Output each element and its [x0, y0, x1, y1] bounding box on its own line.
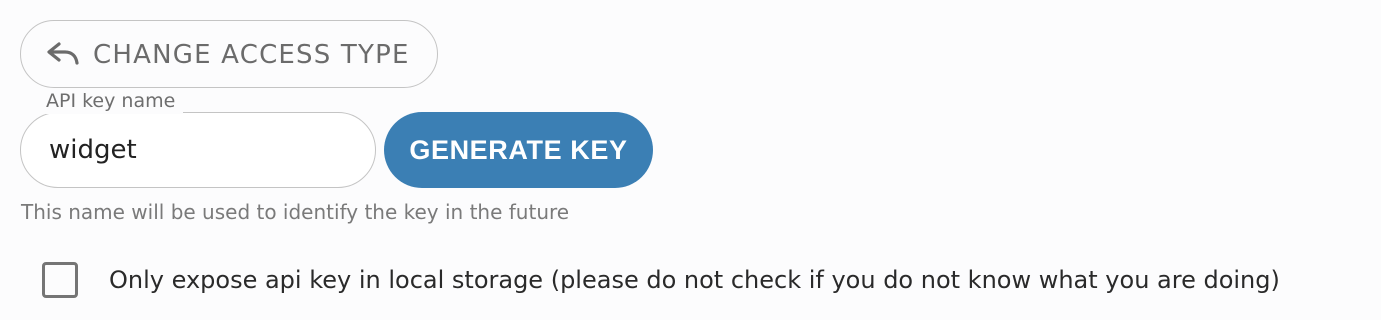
change-access-type-button[interactable]: CHANGE ACCESS TYPE [20, 20, 438, 88]
local-storage-checkbox-label[interactable]: Only expose api key in local storage (pl… [109, 262, 1280, 298]
api-key-form: CHANGE ACCESS TYPE API key name GENERATE… [0, 0, 1381, 320]
api-key-name-field[interactable] [20, 112, 376, 188]
local-storage-checkbox[interactable] [42, 262, 78, 298]
undo-icon [47, 42, 79, 65]
api-key-name-input[interactable] [49, 113, 359, 186]
generate-key-button[interactable]: GENERATE KEY [384, 112, 653, 188]
api-key-name-label: API key name [38, 88, 184, 114]
api-key-name-helper-text: This name will be used to identify the k… [21, 200, 570, 224]
change-access-type-label: CHANGE ACCESS TYPE [93, 40, 410, 70]
